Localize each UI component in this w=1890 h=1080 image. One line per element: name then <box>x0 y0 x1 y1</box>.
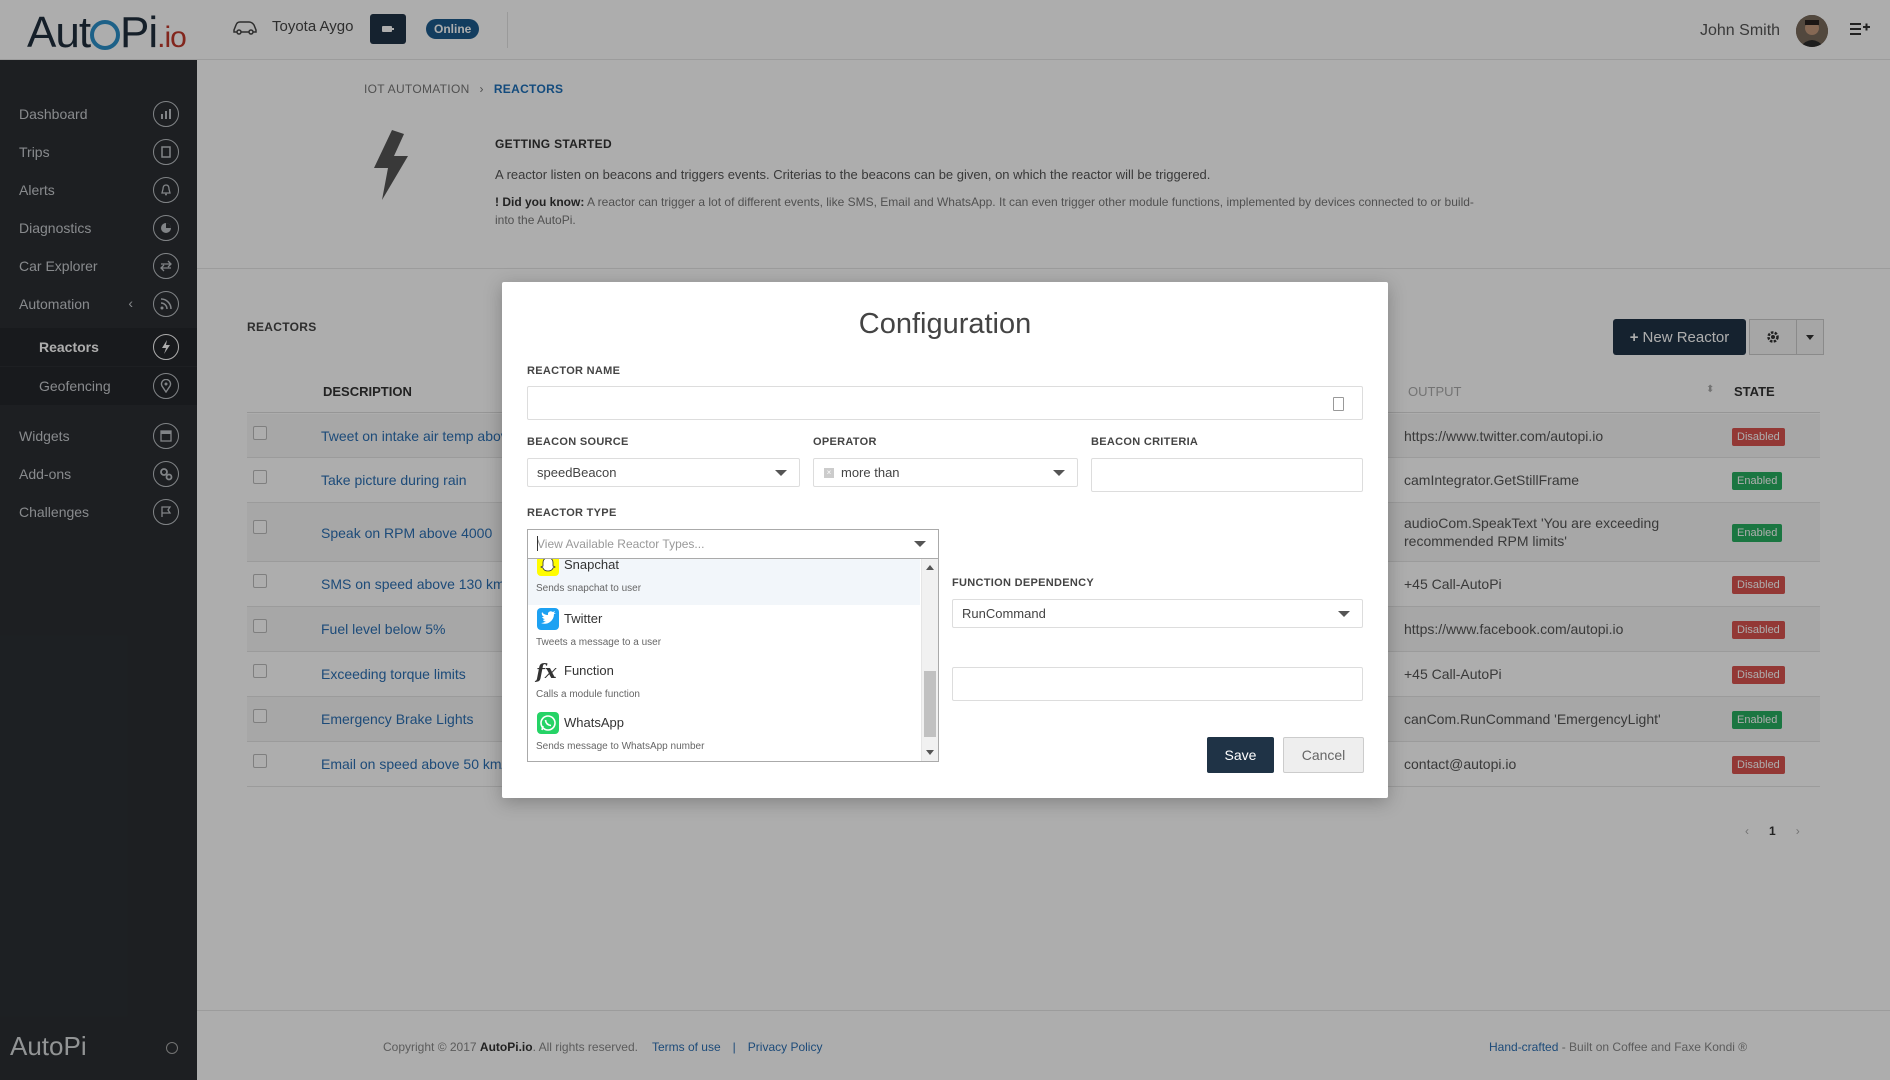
document-icon <box>1333 397 1344 411</box>
option-snapchat[interactable]: Snapchat Sends snapchat to user <box>528 559 920 605</box>
snapchat-icon <box>536 559 560 577</box>
option-function[interactable]: fx Function Calls a module function <box>528 657 920 709</box>
beacon-criteria-label: BEACON CRITERIA <box>1091 436 1199 448</box>
modal-title: Configuration <box>858 308 1032 340</box>
cancel-button[interactable]: Cancel <box>1283 737 1364 773</box>
beacon-source-select[interactable]: speedBeacon <box>527 458 800 487</box>
caret-down-icon <box>775 470 787 476</box>
option-twitter[interactable]: Twitter Tweets a message to a user <box>528 605 920 657</box>
whatsapp-icon <box>536 711 560 735</box>
function-args-input[interactable] <box>952 667 1363 701</box>
function-dependency-label: FUNCTION DEPENDENCY <box>952 577 1094 589</box>
reactor-type-options: Snapchat Sends snapchat to user Twitter … <box>527 558 939 762</box>
option-whatsapp[interactable]: WhatsApp Sends message to WhatsApp numbe… <box>528 709 920 761</box>
configuration-modal: Configuration REACTOR NAME BEACON SOURCE… <box>502 282 1388 798</box>
scroll-down-icon[interactable] <box>926 750 934 755</box>
caret-down-icon <box>1053 470 1065 476</box>
function-dependency-select[interactable]: RunCommand <box>952 599 1363 628</box>
beacon-source-label: BEACON SOURCE <box>527 436 629 448</box>
save-button[interactable]: Save <box>1207 737 1274 773</box>
clear-icon[interactable]: × <box>824 468 834 478</box>
reactor-type-search-input[interactable]: View Available Reactor Types... <box>527 529 939 558</box>
operator-label: OPERATOR <box>813 436 877 448</box>
operator-select[interactable]: × more than <box>813 458 1078 487</box>
reactor-type-label: REACTOR TYPE <box>527 507 617 519</box>
twitter-icon <box>536 607 560 631</box>
reactor-name-label: REACTOR NAME <box>527 365 621 377</box>
caret-down-icon <box>1338 611 1350 617</box>
beacon-criteria-input[interactable] <box>1091 458 1363 492</box>
caret-down-icon <box>914 541 926 547</box>
scrollbar-thumb[interactable] <box>924 671 936 737</box>
scroll-up-icon[interactable] <box>926 565 934 570</box>
dropdown-scrollbar[interactable] <box>921 559 938 761</box>
function-icon: fx <box>536 659 557 683</box>
reactor-name-input[interactable] <box>527 386 1363 420</box>
text-cursor <box>537 536 538 551</box>
